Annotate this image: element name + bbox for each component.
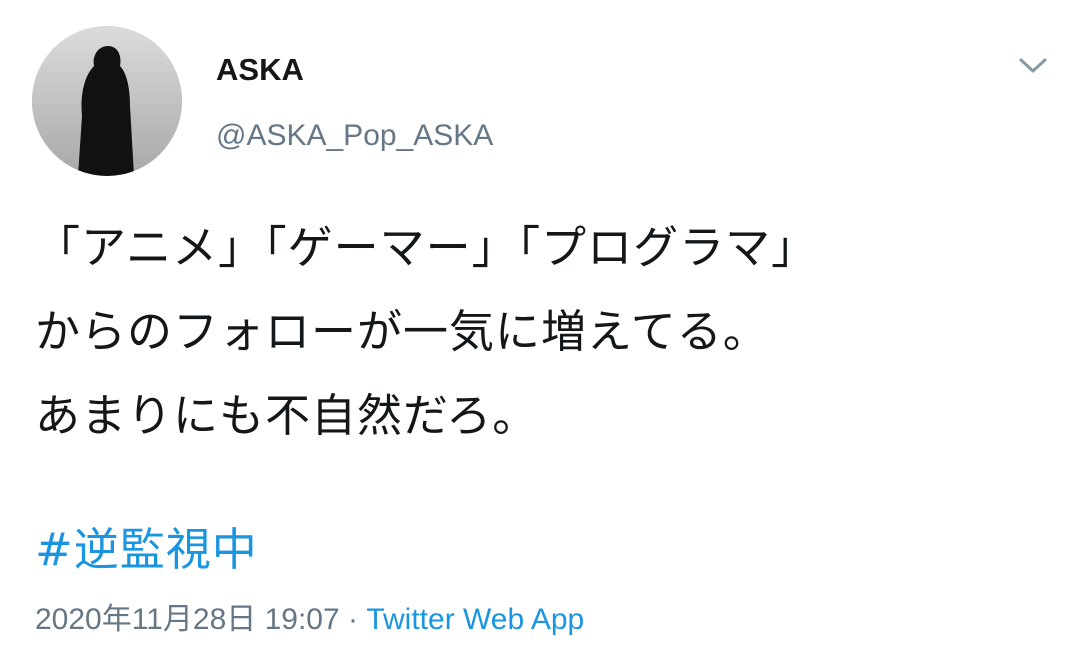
meta-separator: · <box>339 603 367 636</box>
tweet-text-line: あまりにも不自然だろ。 <box>35 389 539 442</box>
tweet-text-line: 「アニメ」「ゲーマー」「プログラマ」 <box>35 221 818 274</box>
tweet-menu-button[interactable] <box>1018 54 1048 78</box>
tweet: ASKA @ASKA_Pop_ASKA 「アニメ」「ゲーマー」「プログラマ」 か… <box>0 0 1080 669</box>
tweet-header: ASKA @ASKA_Pop_ASKA <box>32 26 1052 176</box>
avatar-silhouette-icon <box>32 26 182 176</box>
chevron-down-icon <box>1019 58 1047 73</box>
user-handle[interactable]: @ASKA_Pop_ASKA <box>216 118 493 154</box>
tweet-meta: 2020年11月28日 19:07 · Twitter Web App <box>35 598 584 642</box>
tweet-text-line: からのフォローが一気に増えてる。 <box>35 305 769 358</box>
author-names: ASKA @ASKA_Pop_ASKA <box>216 52 493 154</box>
display-name[interactable]: ASKA <box>216 52 493 88</box>
tweet-text: 「アニメ」「ゲーマー」「プログラマ」 からのフォローが一気に増えてる。 あまりに… <box>35 206 1045 458</box>
source-link[interactable]: Twitter Web App <box>366 603 584 636</box>
timestamp[interactable]: 2020年11月28日 19:07 <box>35 603 340 636</box>
hashtag-link[interactable]: #逆監視中 <box>35 512 258 588</box>
avatar[interactable] <box>32 26 182 176</box>
